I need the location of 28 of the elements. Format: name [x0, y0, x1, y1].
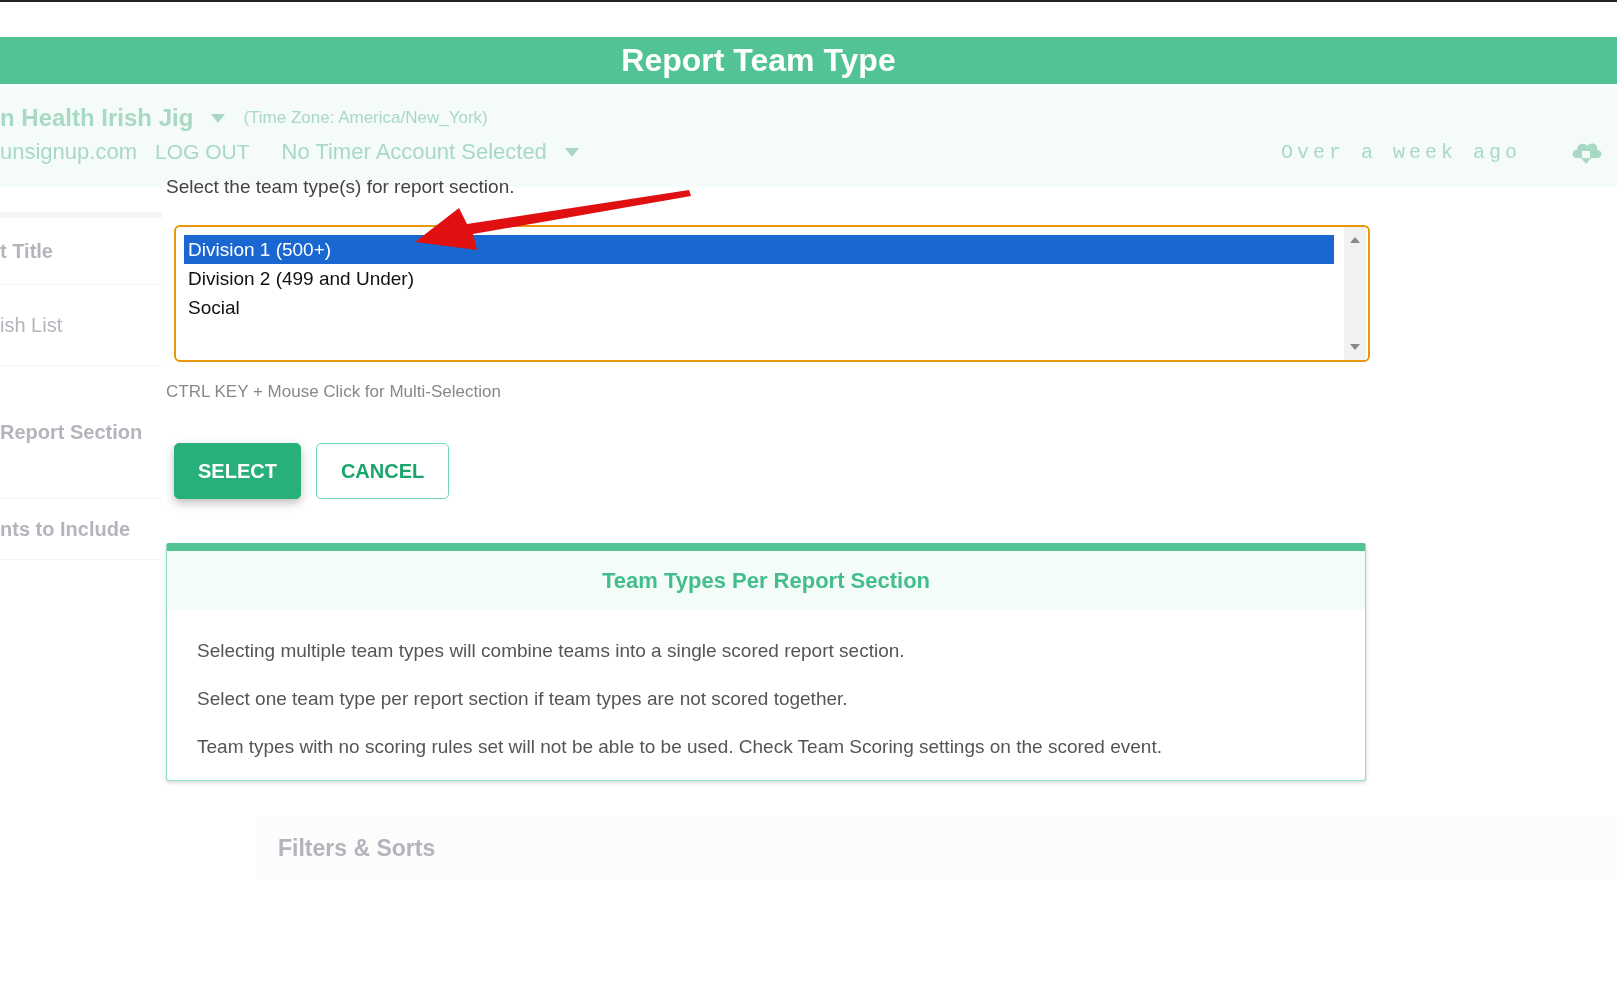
window-title: Report Team Type — [621, 42, 896, 79]
listbox-option[interactable]: Social — [184, 293, 1334, 322]
sidebar-item[interactable]: Report Section — [0, 366, 162, 499]
last-updated: Over a week ago — [1280, 140, 1521, 164]
team-type-listbox[interactable]: Division 1 (500+) Division 2 (499 and Under) Social — [174, 225, 1370, 362]
prompt-text: Select the team type(s) for report section. — [166, 176, 515, 198]
scroll-down-icon[interactable] — [1350, 344, 1360, 350]
timer-account-select[interactable]: No Timer Account Selected — [281, 139, 547, 165]
caret-icon — [211, 113, 226, 123]
select-button[interactable]: SELECT — [174, 443, 301, 499]
listbox-option[interactable]: Division 1 (500+) — [184, 235, 1334, 264]
info-paragraph: Team types with no scoring rules set will not be able to be used. Check Team Scoring settings on the scored event. — [197, 736, 1163, 758]
info-paragraph: Selecting multiple team types will combine teams into a single scored report section. — [197, 640, 906, 662]
hint-text: CTRL KEY + Mouse Click for Multi-Selection — [166, 382, 501, 402]
logout-link[interactable]: LOG OUT — [155, 140, 250, 164]
scroll-up-icon[interactable] — [1350, 237, 1360, 243]
listbox-option[interactable]: Division 2 (499 and Under) — [184, 264, 1334, 293]
sidebar-item[interactable]: ish List — [0, 285, 162, 366]
cancel-button[interactable]: CANCEL — [315, 443, 450, 499]
time-zone: (Time Zone: America/New_York) — [243, 108, 488, 128]
panel-heading: Filters & Sorts — [278, 834, 436, 862]
event-name: n Health Irish Jig — [0, 104, 194, 132]
sidebar-item[interactable]: nts to Include — [0, 499, 162, 560]
info-paragraph: Select one team type per report section if team types are not scored together. — [197, 688, 849, 710]
caret-icon — [564, 147, 579, 157]
card-title: Team Types Per Report Section — [601, 567, 931, 594]
sidebar-item[interactable]: t Title — [0, 218, 162, 285]
account-email: unsignup.com — [0, 139, 137, 165]
